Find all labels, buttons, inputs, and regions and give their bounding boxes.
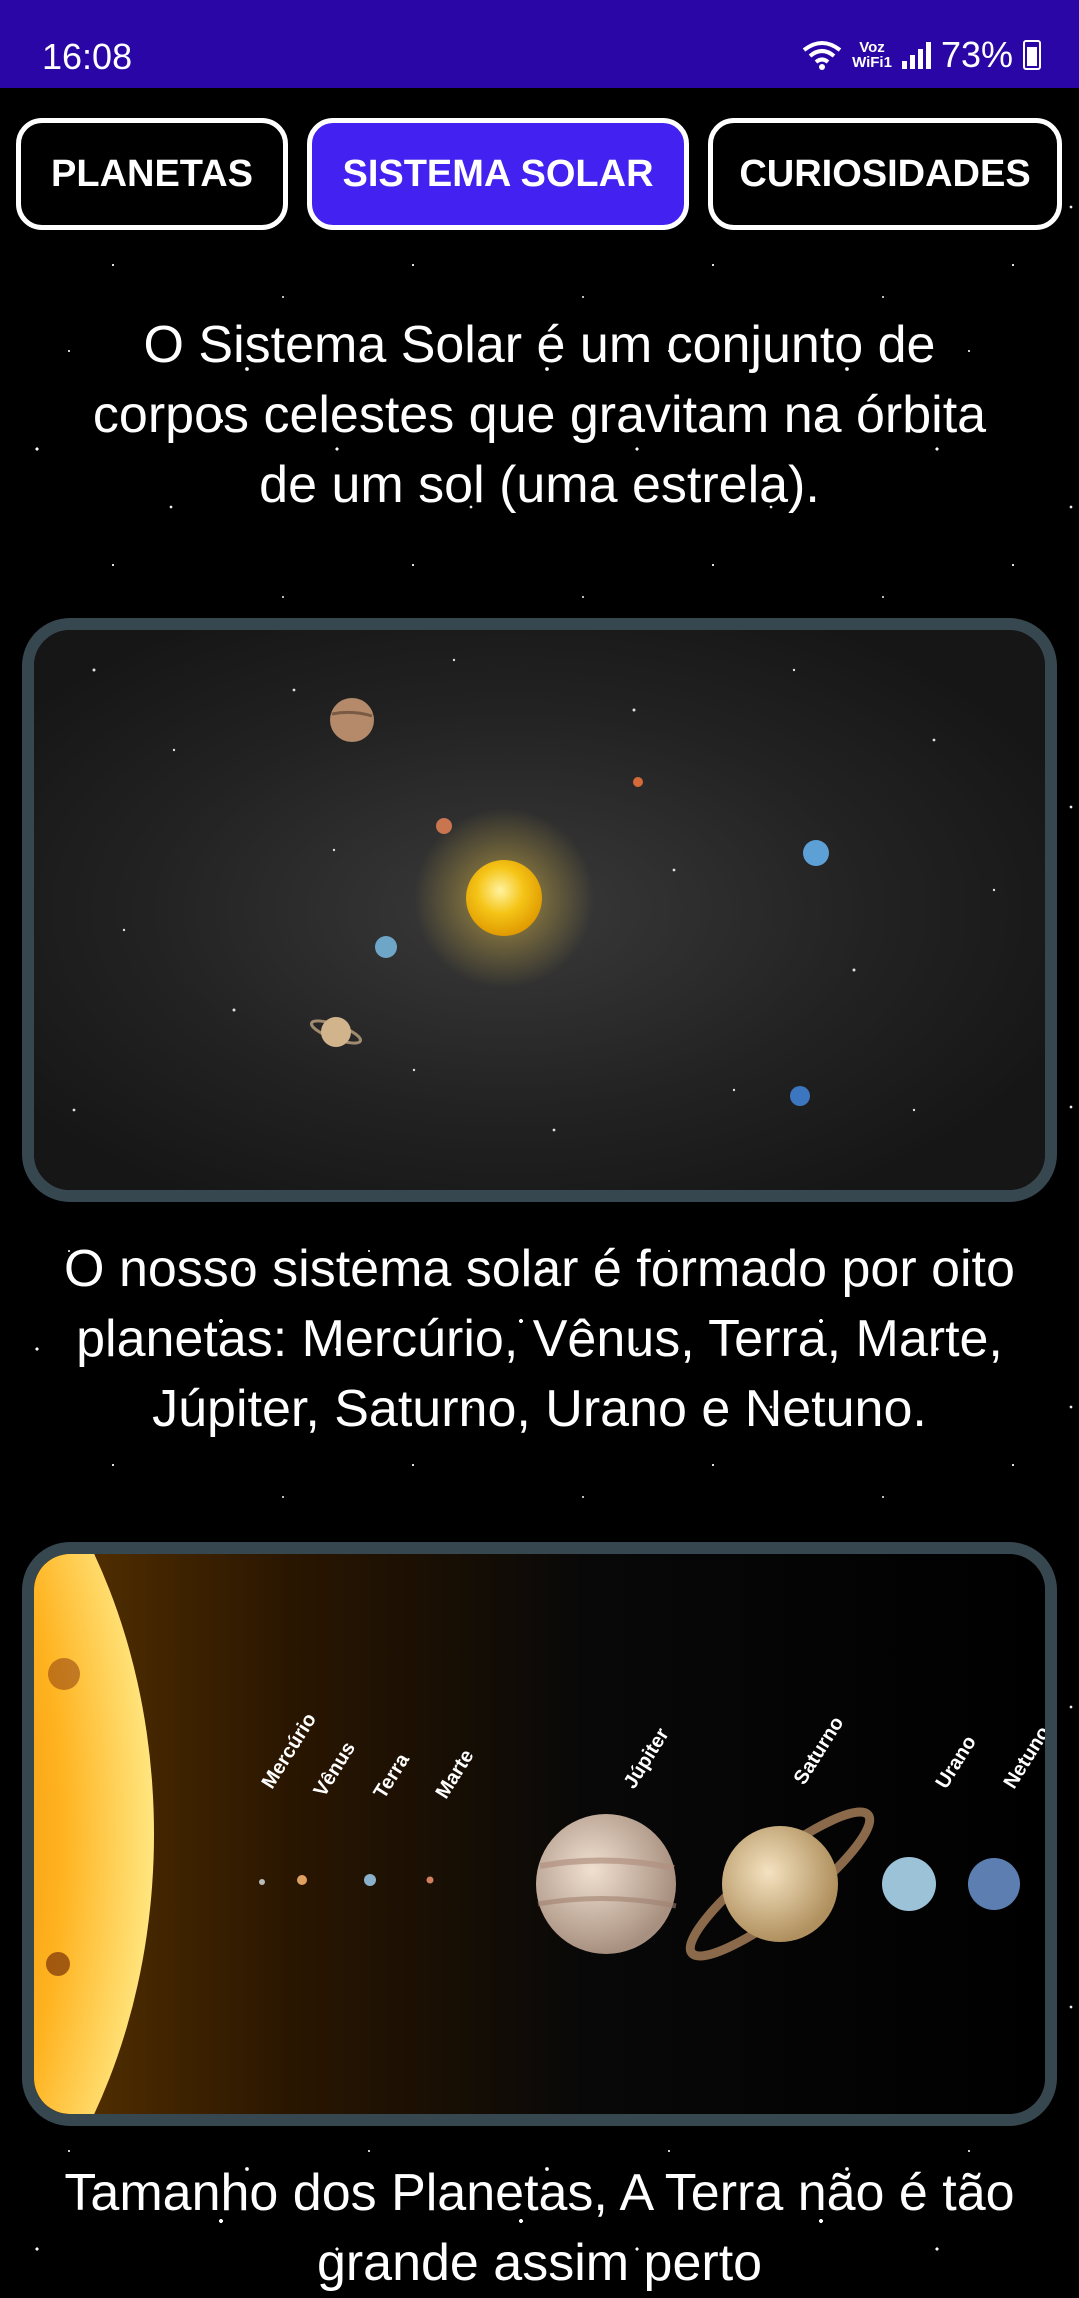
status-bar: 16:08 Voz WiFi1 73% (0, 0, 1079, 88)
sizes-text: Tamanho dos Planetas, A Terra não é tão … (64, 2164, 1015, 2292)
vowifi-icon: Voz WiFi1 (852, 40, 892, 70)
tab-bar: PLANETAS SISTEMA SOLAR CURIOSIDADES (0, 118, 1079, 236)
tab-curiosidades[interactable]: CURIOSIDADES (708, 118, 1062, 230)
sun-icon (466, 860, 542, 936)
saturn-icon (321, 1017, 351, 1047)
vowifi-label-bottom: WiFi1 (852, 54, 892, 71)
intro-text: O Sistema Solar é um conjunto de corpos … (92, 316, 987, 514)
status-time: 16:08 (42, 36, 133, 77)
status-icons: Voz WiFi1 73% (802, 34, 1041, 76)
planet-sizes-image: Mercúrio Vênus Terra Marte Júpiter Satur… (22, 1542, 1057, 2126)
vowifi-label-top: Voz (859, 39, 885, 56)
wifi-icon (802, 41, 842, 70)
solar-system-image (22, 618, 1057, 1202)
tab-sistema-solar[interactable]: SISTEMA SOLAR (307, 118, 689, 230)
tab-planetas[interactable]: PLANETAS (16, 118, 288, 230)
saturn-icon (722, 1826, 838, 1942)
battery-icon (1023, 40, 1041, 70)
uranus-icon (882, 1857, 936, 1911)
jupiter-icon (330, 698, 374, 742)
planets-text: O nosso sistema solar é formado por oito… (64, 1240, 1015, 1438)
neptune-icon (968, 1858, 1020, 1910)
jupiter-icon (536, 1814, 676, 1954)
battery-percent: 73% (940, 34, 1013, 75)
signal-icon (901, 41, 931, 69)
